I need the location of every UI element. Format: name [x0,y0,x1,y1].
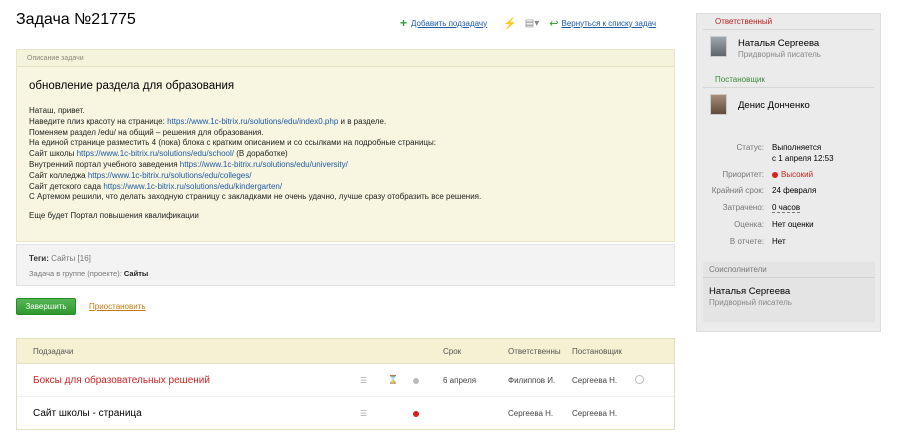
priority-dot-icon [413,411,419,417]
responsible-label: Ответственный [703,14,874,30]
table-row[interactable]: Сайт школы - страница ☰ Сергеева Н. Серг… [17,398,674,430]
avatar[interactable] [710,94,727,115]
drag-handle-icon[interactable]: ☰ [360,376,367,385]
report-value[interactable]: Нет [772,237,786,246]
kindergarten-line: Сайт детского сада https://www.1c-bitrix… [29,181,283,191]
description-line: Поменяем раздел /edu/ на общий – решения… [29,127,264,137]
university-link[interactable]: https://www.1c-bitrix.ru/solutions/edu/u… [180,160,348,169]
college-line: Сайт колледжа https://www.1c-bitrix.ru/s… [29,170,252,180]
description-body: Наташ, привет. Наведите плиз красоту на … [29,106,669,222]
deadline-header: Срок [443,347,462,356]
tags-value[interactable]: Сайты [16] [51,254,91,263]
lightning-icon[interactable]: ⚡ [503,17,517,30]
menu-dropdown-icon[interactable]: ▤▾ [525,18,539,29]
university-line: Внутренний портал учебного заведения htt… [29,159,348,169]
college-link[interactable]: https://www.1c-bitrix.ru/solutions/edu/c… [88,171,252,180]
description-line: На единой странице разместить 4 (пока) б… [29,138,436,148]
greeting-line: Наташ, привет. [29,106,85,115]
tags-panel: Теги: Сайты [16] Задача в группе (проект… [16,244,675,286]
finish-button[interactable]: Завершить [16,298,76,315]
plus-icon[interactable]: + [400,16,407,30]
creator-label: Постановщик [703,72,874,88]
note-line: С Артемом решили, что делать заходную ст… [29,192,482,202]
coexecutor-name[interactable]: Наталья Сергеева [709,286,790,297]
table-row[interactable]: Боксы для образовательных решений ☰ ⌛ 6 … [17,365,674,397]
tags-row: Теги: Сайты [16] [29,254,91,263]
group-value[interactable]: Сайты [124,269,148,278]
rating-value[interactable]: Нет оценки [772,220,814,229]
page-title: Задача №21775 [16,11,136,28]
spent-value[interactable]: 0 часов [772,203,801,213]
subtask-title[interactable]: Сайт школы - страница [33,408,142,419]
task-sidebar: Ответственный Наталья Сергеева Придворны… [696,13,881,332]
subtask-responsible: Филиппов И. [508,376,556,385]
kindergarten-link[interactable]: https://www.1c-bitrix.ru/solutions/edu/k… [103,182,282,191]
description-label: Описание задачи [17,50,674,67]
subtask-creator: Сергеева Н. [572,376,618,385]
drag-handle-icon[interactable]: ☰ [360,409,367,418]
description-line: Наведите плиз красоту на странице: https… [29,116,387,126]
pause-link[interactable]: Приостановить [89,302,146,311]
add-subtask-link[interactable]: Добавить подзадачу [411,19,487,28]
responsible-name[interactable]: Наталья Сергеева [738,38,819,49]
subtasks-title-header: Подзадачи [33,347,74,356]
responsible-header: Ответственны [508,347,561,356]
top-actions: + Добавить подзадачу ⚡ ▤▾ ↩ Вернуться к … [400,16,676,30]
subtask-deadline: 6 апреля [443,376,477,385]
subtask-title[interactable]: Боксы для образовательных решений [33,375,210,386]
coexecutors-panel: Соисполнители Наталья Сергеева Придворны… [703,262,875,322]
coexecutors-label: Соисполнители [703,262,875,278]
task-description: Описание задачи обновление раздела для о… [16,49,675,242]
group-row: Задача в группе (проекте): Сайты [29,269,149,278]
creator-person[interactable]: Денис Донченко [697,88,880,124]
priority-dot-icon [413,378,419,384]
portal-line: Еще будет Портал повышения квалификации [29,211,199,221]
status-value: Выполняется [772,143,822,152]
back-to-list-link[interactable]: Вернуться к списку задач [561,19,656,28]
creator-name[interactable]: Денис Донченко [738,100,810,111]
back-arrow-icon[interactable]: ↩ [549,17,558,30]
subtasks-header: Подзадачи Срок Ответственны Постановщик [17,339,674,364]
school-line: Сайт школы https://www.1c-bitrix.ru/solu… [29,149,288,159]
priority-value[interactable]: Высокий [772,170,813,179]
description-heading: обновление раздела для образования [29,80,235,92]
hourglass-icon: ⌛ [388,375,398,384]
responsible-role: Придворный писатель [738,50,821,59]
responsible-person[interactable]: Наталья Сергеева Придворный писатель [697,30,880,66]
subtask-responsible: Сергеева Н. [508,409,554,418]
coexecutor-role: Придворный писатель [709,298,792,307]
subtask-creator: Сергеева Н. [572,409,618,418]
creator-header: Постановщик [572,347,622,356]
subtasks-table: Подзадачи Срок Ответственны Постановщик … [16,338,675,430]
deadline-value[interactable]: 24 февраля [772,186,816,195]
priority-dot-icon [772,171,778,178]
avatar[interactable] [710,36,727,57]
school-link[interactable]: https://www.1c-bitrix.ru/solutions/edu/s… [77,149,234,158]
edu-index-link[interactable]: https://www.1c-bitrix.ru/solutions/edu/i… [167,117,338,126]
complete-checkbox-icon[interactable] [635,375,644,384]
